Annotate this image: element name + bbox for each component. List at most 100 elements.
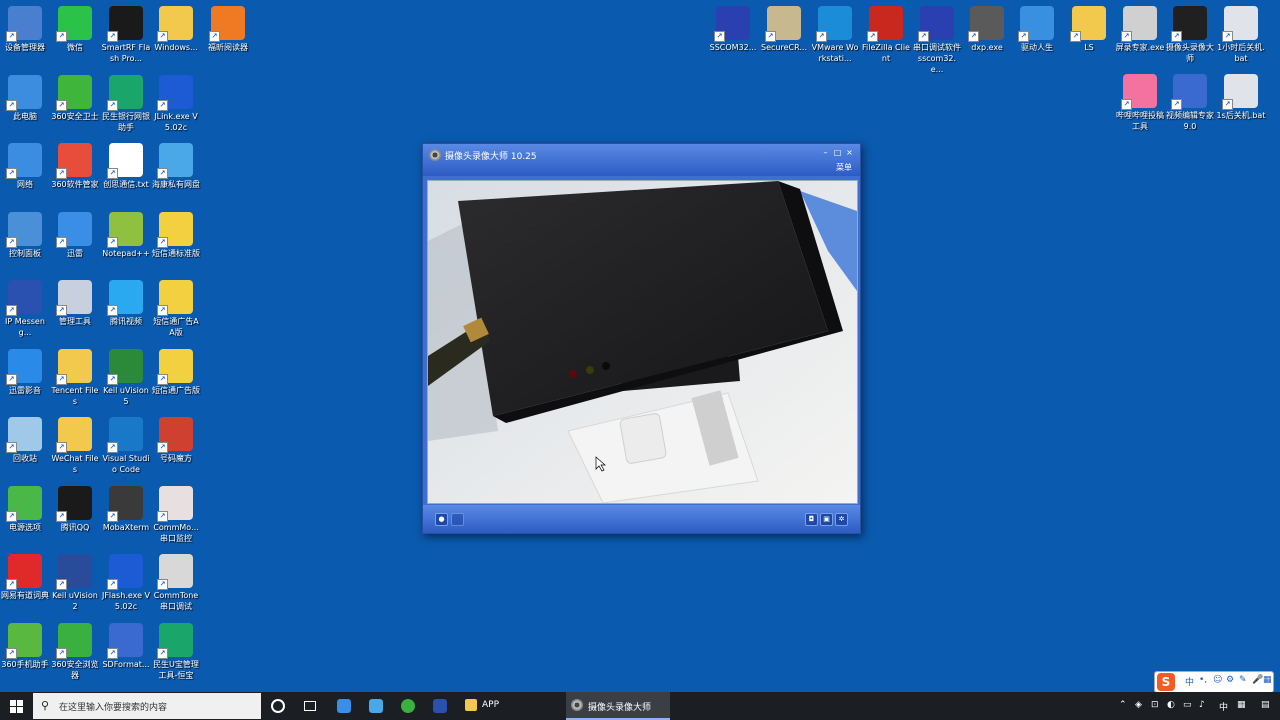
taskbar-pin-2[interactable]	[366, 692, 386, 720]
desktop-shortcut[interactable]: ↗ 360软件管家	[50, 143, 100, 190]
desktop-shortcut[interactable]: ↗ JLink.exe V5.02c	[151, 74, 201, 133]
desktop-shortcut[interactable]: ↗ 电源选项	[0, 485, 50, 533]
desktop-shortcut[interactable]: ↗ SSCOM32...	[708, 6, 758, 53]
desktop-shortcut[interactable]: ↗ 管理工具	[50, 280, 100, 327]
desktop-shortcut[interactable]: ↗ 福昕阅读器	[203, 6, 253, 53]
desktop-shortcut[interactable]: ↗ Keil uVision5	[101, 348, 151, 407]
desktop-shortcut[interactable]: ↗ FileZilla Client	[861, 6, 911, 64]
pen-icon[interactable]: ✎	[1239, 675, 1247, 685]
desktop-shortcut[interactable]: ↗ 海康私有网盘	[151, 143, 201, 190]
desktop-shortcut[interactable]: ↗ Keil uVision2	[50, 554, 100, 612]
desktop-shortcut[interactable]: ↗ 民生U宝管理工具-恒宝	[151, 622, 201, 681]
settings-icon[interactable]: ✲	[835, 513, 848, 526]
desktop-shortcut[interactable]: ↗ WeChat Files	[50, 417, 100, 475]
desktop-shortcut[interactable]: ↗ 此电脑	[0, 74, 50, 122]
tray-grid-icon[interactable]: ▦	[1237, 700, 1246, 710]
snapshot-icon[interactable]: ◘	[805, 513, 818, 526]
desktop-shortcut[interactable]: ↗ Tencent Files	[50, 348, 100, 407]
desktop-shortcut[interactable]: ↗ 串口调试软件 sscom32.e...	[912, 6, 962, 75]
notification-icon[interactable]: ▤	[1261, 700, 1270, 710]
cortana-button[interactable]	[268, 692, 288, 720]
desktop-shortcut[interactable]: ↗ 360安全卫士	[50, 74, 100, 122]
maximize-button[interactable]: □	[833, 148, 842, 157]
desktop-shortcut[interactable]: ↗ 迅雷	[50, 211, 100, 259]
keyboard-icon[interactable]: ⚙	[1226, 675, 1234, 685]
desktop-shortcut[interactable]: ↗ 迅雷影音	[0, 348, 50, 396]
desktop-shortcut[interactable]: ↗ 短信通广告AA版	[151, 280, 201, 338]
desktop-shortcut[interactable]: ↗ Windows...	[151, 6, 201, 53]
tray-overflow-icon[interactable]: ⌃	[1119, 700, 1127, 710]
desktop-shortcut[interactable]: ↗ 1小时后关机.bat	[1216, 6, 1266, 64]
desktop-shortcut[interactable]: ↗ 驱动人生	[1012, 6, 1062, 53]
desktop-shortcut[interactable]: ↗ 短信通广告版	[151, 348, 201, 396]
ime-mode[interactable]: 中	[1185, 675, 1194, 688]
desktop-shortcut[interactable]: ↗ 创思通信.txt	[101, 143, 151, 190]
tray-app-icon-2[interactable]: ⊡	[1151, 700, 1159, 710]
desktop-shortcut[interactable]: ↗ MobaXterm	[101, 485, 151, 533]
desktop-shortcut[interactable]: ↗ 短信通标准版	[151, 211, 201, 259]
menu-button[interactable]: 菜单	[836, 162, 852, 173]
fullscreen-icon[interactable]: ▣	[820, 513, 833, 526]
desktop-shortcut[interactable]: ↗ 腾讯QQ	[50, 485, 100, 533]
record-dot-icon[interactable]: ●	[435, 513, 448, 526]
start-button[interactable]	[0, 692, 32, 720]
desktop-shortcut[interactable]: ↗ 网络	[0, 143, 50, 190]
desktop-shortcut[interactable]: ↗ 哔哩哔哩投稿工具	[1115, 74, 1165, 132]
taskbar-task-app[interactable]: APP	[460, 692, 562, 720]
tray-app-icon-3[interactable]: ◐	[1167, 700, 1175, 710]
taskbar-task-camera[interactable]: 摄像头录像大师	[566, 692, 670, 720]
desktop-shortcut[interactable]: ↗ 摄像头录像大师	[1165, 6, 1215, 64]
desktop-shortcut[interactable]: ↗ 360手机助手	[0, 622, 50, 670]
taskbar-pin-3[interactable]	[398, 692, 418, 720]
recycle-bin-icon: ↗	[6, 417, 42, 453]
ip-messenger-icon	[433, 699, 447, 713]
close-button[interactable]: ×	[845, 148, 854, 157]
desktop-shortcut[interactable]: ↗ 控制面板	[0, 211, 50, 259]
pause-icon[interactable]	[451, 513, 464, 526]
window-titlebar[interactable]: 摄像头录像大师 10.25 – □ × 菜单	[423, 144, 860, 176]
camera-recorder-window[interactable]: 摄像头录像大师 10.25 – □ × 菜单 ● ◘ ▣ ✲	[422, 143, 861, 534]
task-view-button[interactable]	[300, 692, 320, 720]
desktop-shortcut[interactable]: ↗ CommTone 串口调试	[151, 554, 201, 612]
desktop-shortcut[interactable]: ↗ VMware Workstati...	[810, 6, 860, 64]
taskbar-pin-1[interactable]	[334, 692, 354, 720]
punctuation-icon[interactable]: •,	[1199, 675, 1207, 685]
desktop-shortcut[interactable]: ↗ SecureCR...	[759, 6, 809, 53]
desktop-shortcut[interactable]: ↗ SmartRF Flash Pro...	[101, 6, 151, 64]
desktop-shortcut[interactable]: ↗ dxp.exe	[962, 6, 1012, 53]
volume-icon[interactable]: ♪	[1199, 700, 1205, 710]
desktop-shortcut[interactable]: ↗ 视频编辑专家 9.0	[1165, 74, 1215, 132]
toolbox-icon[interactable]: ▦	[1263, 675, 1272, 685]
desktop-shortcut[interactable]: ↗ 屏录专家.exe	[1115, 6, 1165, 53]
emoji-icon[interactable]: ☺	[1213, 675, 1222, 685]
desktop-shortcut[interactable]: ↗ 民生银行网银助手	[101, 74, 151, 133]
microphone-icon[interactable]: 🎤	[1252, 675, 1263, 685]
desktop-shortcut[interactable]: ↗ 1s后关机.bat	[1216, 74, 1266, 121]
desktop-shortcut[interactable]: ↗ 网易有道词典	[0, 554, 50, 601]
desktop-shortcut[interactable]: ↗ IP Messeng...	[0, 280, 50, 338]
taskbar-search-box[interactable]: ⚲ 在这里输入你要搜索的内容	[33, 693, 261, 719]
taskbar-pin-4[interactable]	[430, 692, 450, 720]
desktop-shortcut[interactable]: ↗ 腾讯视频	[101, 280, 151, 327]
desktop-shortcut[interactable]: ↗ SDFormat...	[101, 622, 151, 670]
shortcut-arrow-icon: ↗	[56, 236, 67, 248]
ime-toolbar[interactable]: S 中 •, ☺ ⚙ ✎ 🎤 ▦	[1154, 671, 1274, 693]
desktop-shortcut[interactable]: ↗ CommMo... 串口监控	[151, 485, 201, 544]
desktop-shortcut[interactable]: ↗ 设备管理器	[0, 6, 50, 53]
desktop-shortcut[interactable]: ↗ JFlash.exe V5.02c	[101, 554, 151, 612]
folder-icon: ↗	[56, 348, 92, 385]
tray-app-icon[interactable]: ◈	[1135, 700, 1142, 710]
minimize-button[interactable]: –	[821, 148, 830, 157]
desktop-shortcut[interactable]: ↗ 360安全浏览器	[50, 622, 100, 681]
desktop-shortcut[interactable]: ↗ LS	[1064, 6, 1114, 53]
desktop-shortcut[interactable]: ↗ Visual Studio Code	[101, 417, 151, 475]
tray-app-icon-4[interactable]: ▭	[1183, 700, 1192, 710]
desktop-shortcut[interactable]: ↗ 微信	[50, 6, 100, 53]
desktop-shortcut[interactable]: ↗ Notepad++	[101, 211, 151, 259]
camera-recorder-icon	[571, 699, 583, 711]
tray-language[interactable]: 中	[1219, 700, 1228, 713]
jflash-icon: ↗	[107, 554, 143, 590]
desktop-shortcut[interactable]: ↗ 回收站	[0, 417, 50, 464]
shortcut-label: 短信通标准版	[152, 248, 200, 258]
desktop-shortcut[interactable]: ↗ 号码魔方	[151, 417, 201, 464]
